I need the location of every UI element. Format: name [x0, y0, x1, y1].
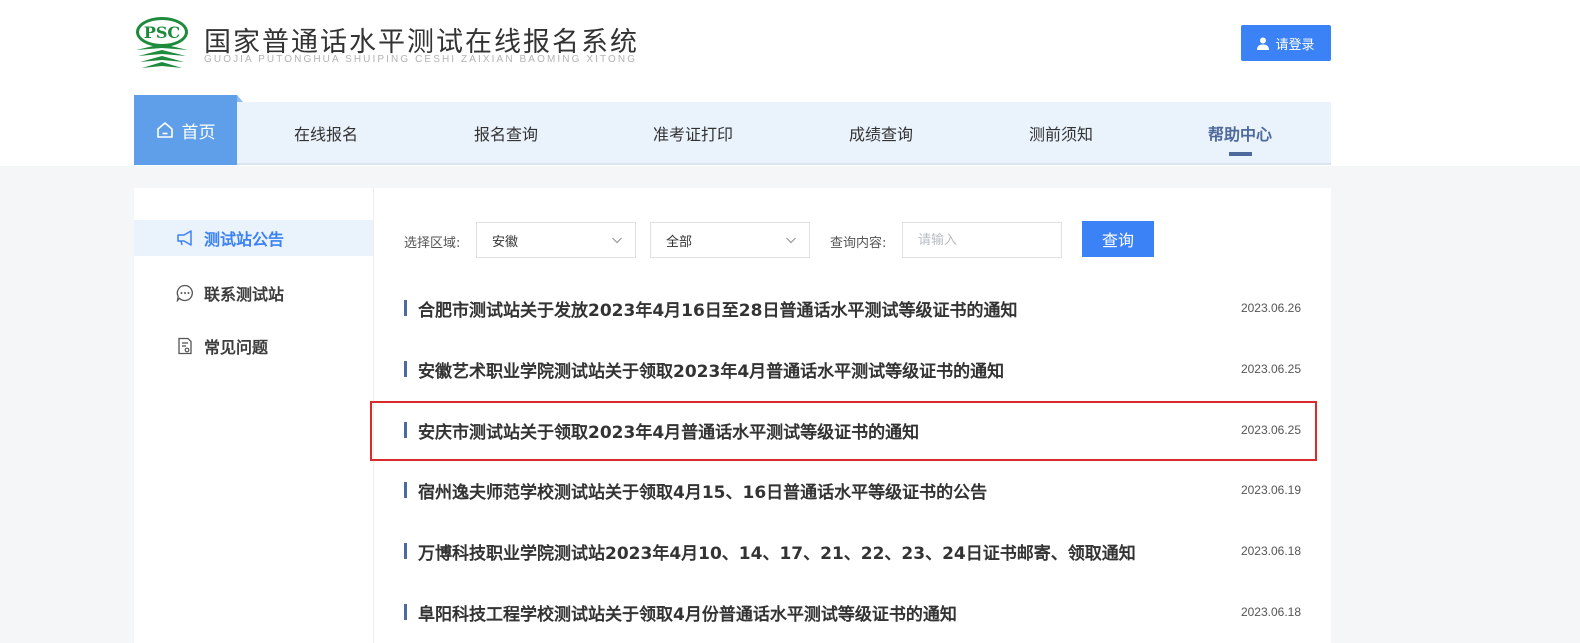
login-label: 请登录	[1275, 37, 1315, 53]
sidebar-item-station-notices[interactable]: 测试站公告	[134, 220, 373, 256]
sidebar-item-faq[interactable]: 常见问题	[134, 328, 373, 364]
scope-value: 全部	[666, 234, 693, 250]
notice-title: 阜阳科技工程学校测试站关于领取4月份普通话水平测试等级证书的通知	[418, 604, 957, 625]
region-select[interactable]: 安徽	[476, 222, 636, 258]
notice-title: 合肥市测试站关于发放2023年4月16日至28日普通话水平测试等级证书的通知	[418, 300, 1018, 321]
nav-item-home[interactable]: 首页	[134, 95, 243, 165]
notice-item[interactable]: 安庆市测试站关于领取2023年4月普通话水平测试等级证书的通知 2023.06.…	[404, 415, 1301, 445]
logo-text: PSC	[144, 23, 180, 42]
chat-bubble-icon	[176, 284, 193, 302]
login-button[interactable]: 请登录	[1241, 25, 1331, 61]
home-icon	[156, 122, 173, 138]
sidebar-item-label: 常见问题	[204, 338, 269, 357]
notice-marker	[404, 604, 407, 620]
notice-item[interactable]: 阜阳科技工程学校测试站关于领取4月份普通话水平测试等级证书的通知 2023.06…	[404, 597, 1301, 627]
notice-date: 2023.06.18	[1240, 544, 1301, 558]
active-tab-underline	[1229, 152, 1252, 156]
nav-item-registration-query[interactable]: 报名查询	[474, 102, 538, 163]
megaphone-icon	[177, 230, 192, 246]
notice-item[interactable]: 万博科技职业学院测试站2023年4月10、14、17、21、22、23、24日证…	[404, 536, 1301, 566]
notice-date: 2023.06.25	[1240, 423, 1301, 437]
notice-title: 安庆市测试站关于领取2023年4月普通话水平测试等级证书的通知	[418, 422, 920, 443]
notice-marker	[404, 361, 407, 377]
query-label: 查询内容:	[830, 236, 887, 251]
region-label: 选择区域:	[404, 236, 461, 251]
tab-fold-decoration	[237, 95, 243, 102]
notice-item[interactable]: 合肥市测试站关于发放2023年4月16日至28日普通话水平测试等级证书的通知 2…	[404, 293, 1301, 323]
sidebar-item-contact-station[interactable]: 联系测试站	[134, 275, 373, 311]
nav-item-score-query[interactable]: 成绩查询	[849, 102, 913, 163]
notice-date: 2023.06.18	[1240, 605, 1301, 619]
site-subtitle: GUOJIA PUTONGHUA SHUIPING CESHI ZAIXIAN …	[204, 54, 638, 65]
scope-select[interactable]: 全部	[650, 222, 810, 258]
query-input[interactable]	[902, 222, 1062, 258]
notice-date: 2023.06.26	[1240, 301, 1301, 315]
sidebar-item-label: 联系测试站	[204, 285, 285, 304]
content-panel: 测试站公告 联系测试站 常见问题 选择区域: 安徽 全部 查询内容: 请输入 查…	[134, 188, 1331, 643]
chevron-down-icon	[612, 237, 622, 244]
region-value: 安徽	[492, 234, 519, 250]
sidebar: 测试站公告 联系测试站 常见问题	[134, 188, 374, 643]
notice-item[interactable]: 宿州逸夫师范学校测试站关于领取4月15、16日普通话水平等级证书的公告 2023…	[404, 475, 1301, 505]
notice-date: 2023.06.25	[1240, 362, 1301, 376]
sidebar-item-label: 测试站公告	[204, 230, 285, 249]
document-icon	[178, 337, 192, 355]
query-button[interactable]: 查询	[1082, 221, 1154, 257]
psc-logo: PSC	[136, 17, 188, 68]
nav-item-online-registration[interactable]: 在线报名	[294, 102, 358, 163]
nav-home-label: 首页	[181, 122, 216, 143]
main-nav: 首页 在线报名 报名查询 准考证打印 成绩查询 测前须知 帮助中心	[134, 95, 1331, 165]
notice-title: 安徽艺术职业学院测试站关于领取2023年4月普通话水平测试等级证书的通知	[418, 361, 1005, 382]
notice-date: 2023.06.19	[1240, 483, 1301, 497]
notice-item[interactable]: 安徽艺术职业学院测试站关于领取2023年4月普通话水平测试等级证书的通知 202…	[404, 354, 1301, 384]
notice-marker	[404, 482, 407, 498]
nav-item-admission-print[interactable]: 准考证打印	[653, 102, 733, 163]
notice-title: 宿州逸夫师范学校测试站关于领取4月15、16日普通话水平等级证书的公告	[418, 482, 988, 503]
nav-item-pre-test-notes[interactable]: 测前须知	[1029, 102, 1093, 163]
notice-marker	[404, 300, 407, 316]
chevron-down-icon	[786, 237, 796, 244]
notice-title: 万博科技职业学院测试站2023年4月10、14、17、21、22、23、24日证…	[418, 543, 1136, 564]
user-icon	[1257, 37, 1270, 50]
notice-marker	[404, 543, 407, 559]
notice-marker	[404, 422, 407, 438]
